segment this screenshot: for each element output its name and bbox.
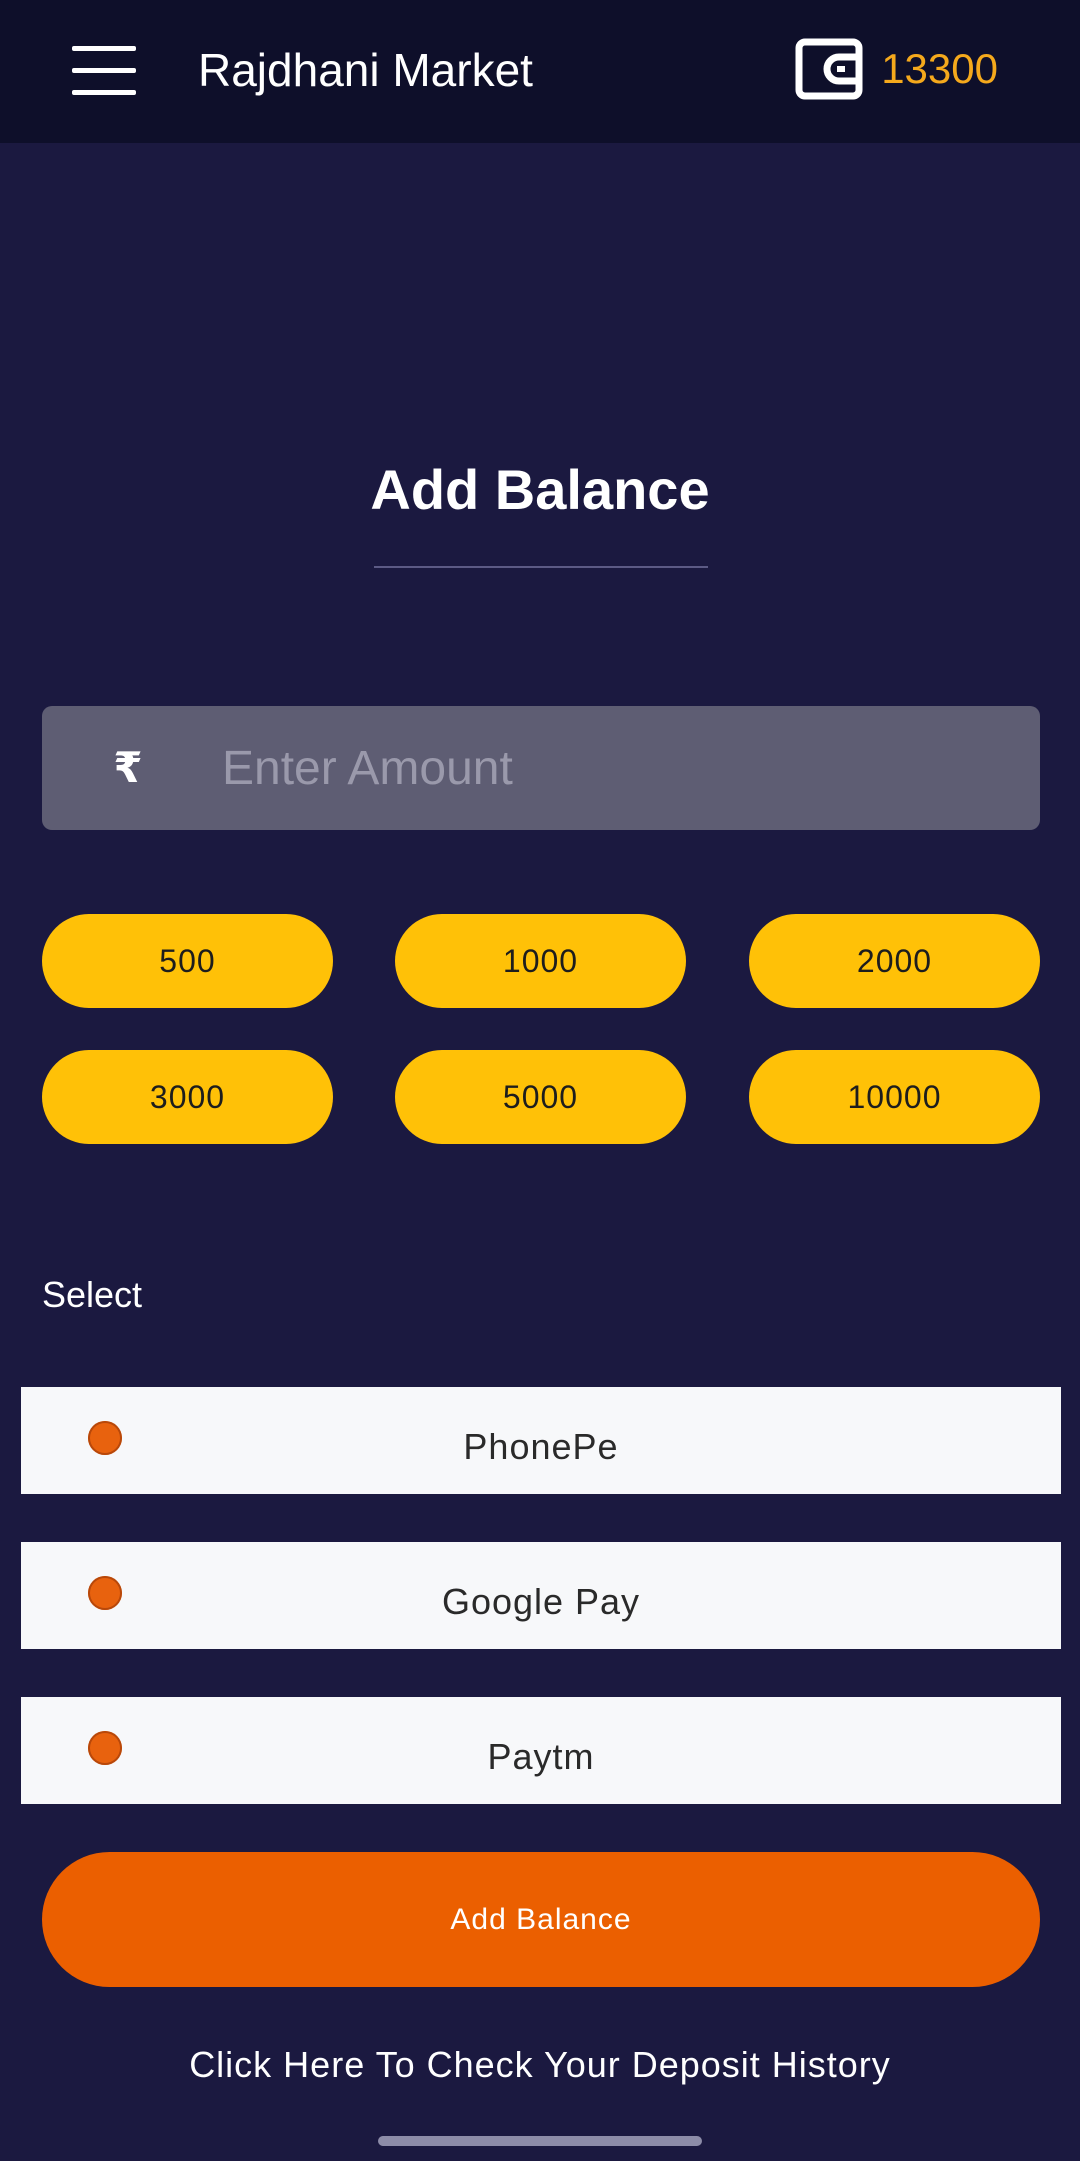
quick-amount-5000[interactable]: 5000 — [395, 1050, 686, 1144]
select-label: Select — [42, 1274, 143, 1315]
add-balance-screen: Rajdhani Market 13300 Add Balance ₹ 500 … — [0, 0, 1080, 2161]
page-title: Add Balance — [370, 458, 710, 521]
rupee-icon: ₹ — [113, 743, 143, 792]
menu-line — [72, 90, 136, 95]
payment-option-label: Google Pay — [441, 1581, 641, 1622]
payment-option-label: PhonePe — [463, 1426, 619, 1467]
payment-option-paytm[interactable]: Paytm — [21, 1697, 1061, 1804]
home-indicator[interactable] — [378, 2136, 702, 2146]
quick-amount-2000[interactable]: 2000 — [749, 914, 1040, 1008]
payment-option-google-pay[interactable]: Google Pay — [21, 1542, 1061, 1649]
amount-input[interactable] — [222, 706, 1002, 830]
add-balance-button[interactable]: Add Balance — [42, 1852, 1040, 1987]
deposit-history-link[interactable]: Click Here To Check Your Deposit History — [0, 2040, 1080, 2090]
wallet-icon — [795, 38, 863, 100]
top-app-bar: Rajdhani Market 13300 — [0, 0, 1080, 143]
app-title: Rajdhani Market — [198, 44, 533, 96]
quick-amount-1000[interactable]: 1000 — [395, 914, 686, 1008]
menu-line — [72, 46, 136, 51]
wallet-balance: 13300 — [881, 45, 998, 92]
quick-amount-3000[interactable]: 3000 — [42, 1050, 333, 1144]
payment-option-phonepe[interactable]: PhonePe — [21, 1387, 1061, 1494]
payment-option-label: Paytm — [487, 1736, 595, 1777]
amount-field[interactable]: ₹ — [42, 706, 1040, 830]
quick-amount-500[interactable]: 500 — [42, 914, 333, 1008]
title-divider — [374, 566, 708, 568]
hamburger-menu-icon[interactable] — [72, 44, 136, 96]
quick-amount-10000[interactable]: 10000 — [749, 1050, 1040, 1144]
wallet-button[interactable]: 13300 — [795, 36, 998, 102]
menu-line — [72, 68, 136, 73]
